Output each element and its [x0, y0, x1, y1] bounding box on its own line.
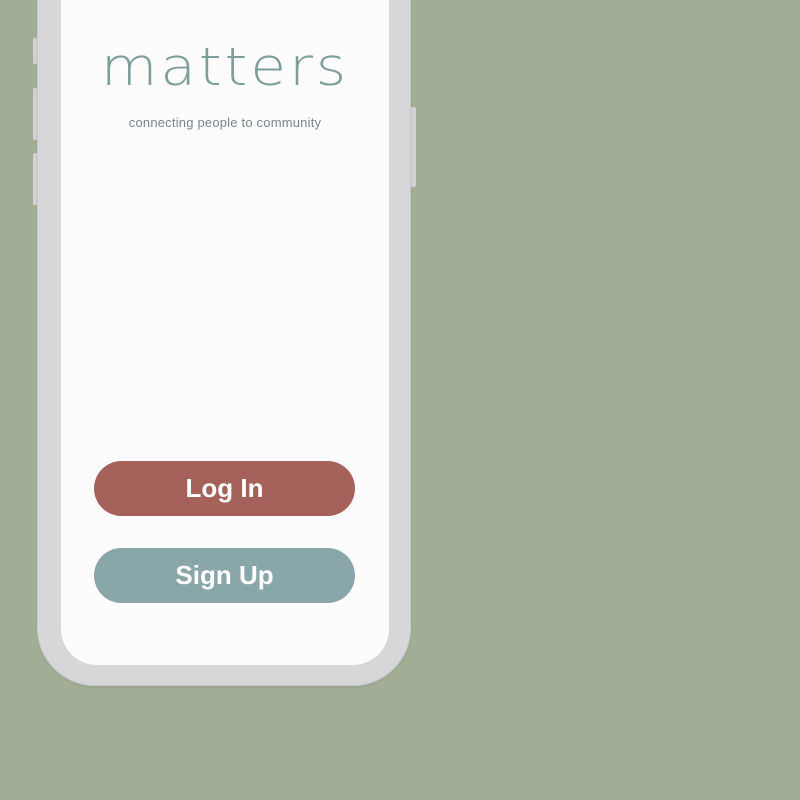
app-tagline: connecting people to community — [128, 115, 322, 130]
login-button[interactable]: Log In — [94, 461, 355, 516]
signup-button[interactable]: Sign Up — [94, 548, 355, 603]
app-logo: matters — [100, 36, 350, 98]
